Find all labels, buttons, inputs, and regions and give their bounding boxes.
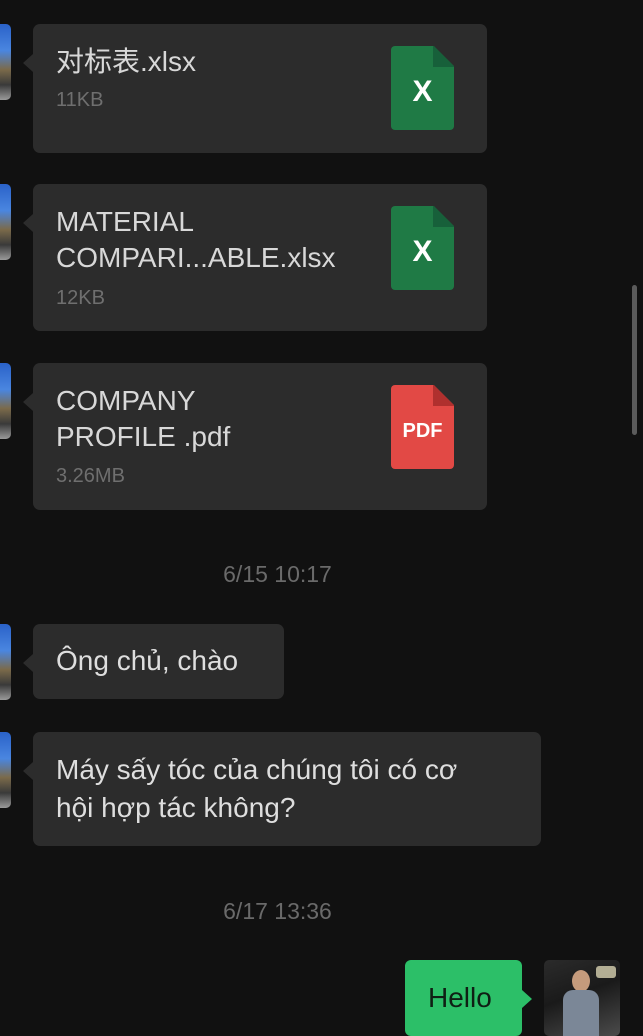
my-avatar[interactable]	[544, 960, 620, 1036]
scrollbar[interactable]	[632, 285, 637, 435]
file-icon-label: X	[412, 75, 433, 108]
file-name: 对标表.xlsx	[56, 46, 197, 77]
message-timestamp: 6/17 13:36	[223, 898, 332, 924]
message-text: Hello	[428, 982, 492, 1013]
message-text: Ông chủ, chào	[56, 645, 239, 676]
sent-message[interactable]: Hello	[405, 960, 532, 1036]
contact-avatar[interactable]	[0, 184, 11, 260]
excel-file-icon: X	[391, 206, 454, 290]
contact-avatar[interactable]	[0, 363, 11, 439]
file-name: COMPANY PROFILE .pdf	[56, 385, 231, 452]
file-message-2[interactable]: MATERIAL COMPARI...ABLE.xlsx 12KB X	[23, 184, 487, 331]
file-message-1[interactable]: 对标表.xlsx 11KB X	[23, 24, 487, 153]
pdf-file-icon: PDF	[391, 385, 454, 469]
file-message-3[interactable]: COMPANY PROFILE .pdf 3.26MB PDF	[23, 363, 487, 510]
text-message-2[interactable]: Máy sấy tóc của chúng tôi có cơ hội hợp …	[23, 732, 541, 846]
file-name: MATERIAL COMPARI...ABLE.xlsx	[56, 206, 336, 273]
text-message-1[interactable]: Ông chủ, chào	[23, 624, 284, 699]
excel-file-icon: X	[391, 46, 454, 130]
message-text: Máy sấy tóc của chúng tôi có cơ hội hợp …	[56, 754, 458, 823]
contact-avatar[interactable]	[0, 24, 11, 100]
contact-avatar[interactable]	[0, 624, 11, 700]
file-size: 11KB	[56, 89, 104, 111]
file-size: 12KB	[56, 287, 105, 309]
message-timestamp: 6/15 10:17	[223, 561, 332, 587]
file-size: 3.26MB	[56, 465, 125, 487]
contact-avatar[interactable]	[0, 732, 11, 808]
file-icon-label: PDF	[402, 419, 443, 442]
file-icon-label: X	[412, 235, 433, 268]
